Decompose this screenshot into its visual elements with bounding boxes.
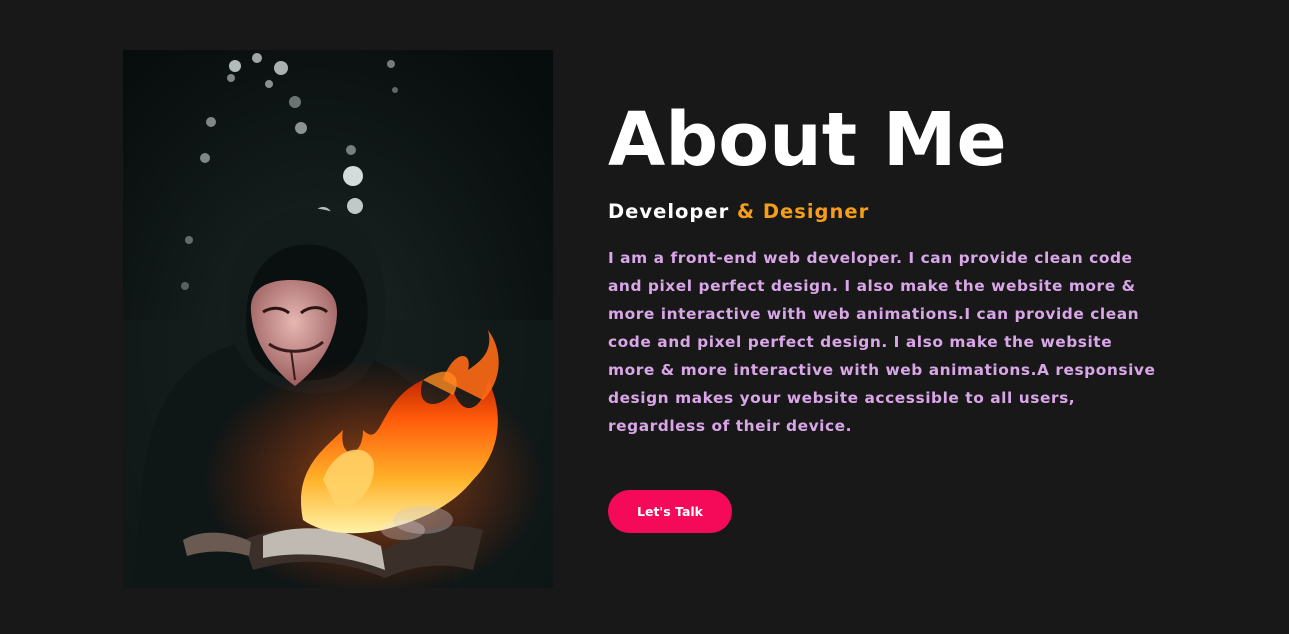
lets-talk-button[interactable]: Let's Talk — [608, 490, 732, 533]
about-content: About Me Developer & Designer I am a fro… — [608, 92, 1168, 440]
hooded-figure-burning-book-photo — [123, 50, 553, 588]
page-title: About Me — [608, 97, 1007, 183]
subtitle-developer: Developer — [608, 200, 730, 223]
subtitle: Developer & Designer — [608, 198, 1168, 226]
about-section: About Me Developer & Designer I am a fro… — [0, 0, 1289, 634]
subtitle-designer: & Designer — [737, 200, 870, 223]
bio-paragraph: I am a front-end web developer. I can pr… — [608, 249, 1156, 435]
